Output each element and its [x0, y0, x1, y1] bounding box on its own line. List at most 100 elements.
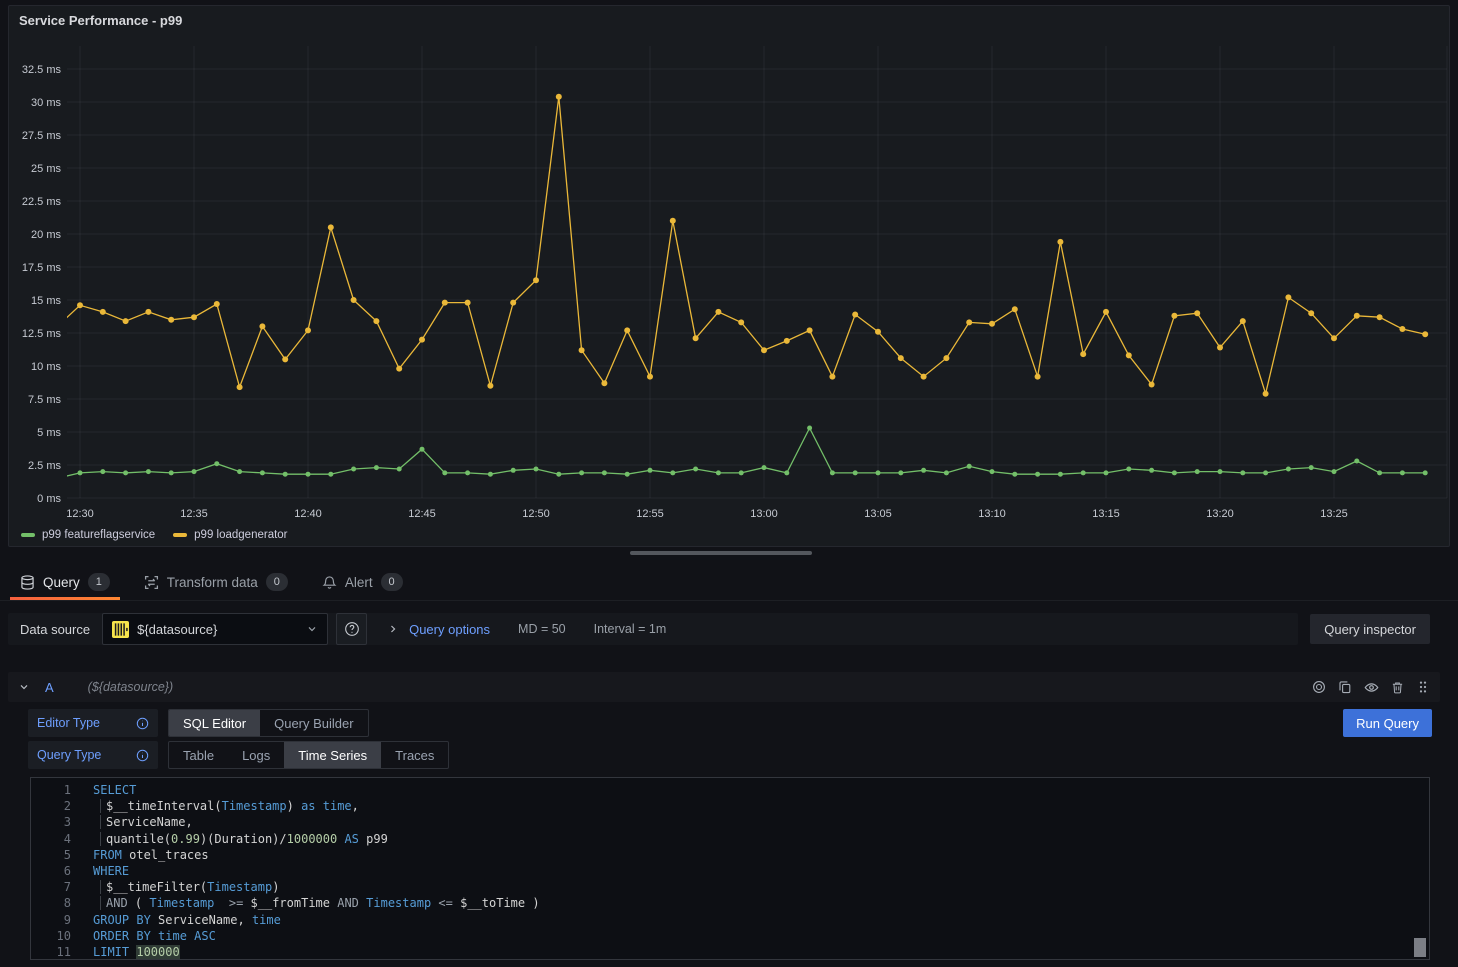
chart-legend: p99 featureflagservice p99 loadgenerator: [21, 529, 288, 541]
legend-item-p99-loadgenerator[interactable]: p99 loadgenerator: [173, 529, 287, 541]
sql-line-text: $__timeFilter(Timestamp): [93, 879, 279, 895]
tab-alert[interactable]: Alert0: [310, 564, 415, 600]
y-axis-tick: 27.5 ms: [22, 130, 62, 142]
x-axis-tick: 12:40: [294, 508, 322, 520]
sql-token: 100000: [136, 945, 179, 959]
sql-line: 11LIMIT 100000: [31, 944, 1429, 960]
x-axis-tick: 12:55: [636, 508, 664, 520]
sql-token: ServiceName,: [106, 815, 193, 829]
y-axis-tick: 5 ms: [37, 427, 61, 439]
clickhouse-logo-icon: [112, 621, 129, 638]
sql-editor[interactable]: 1SELECT2$__timeInterval(Timestamp) as ti…: [30, 777, 1430, 960]
chevron-down-icon: [18, 681, 30, 693]
datasource-help-button[interactable]: [336, 613, 367, 645]
line-number: 10: [31, 928, 71, 944]
query-type-option-table[interactable]: Table: [169, 742, 228, 768]
line-number: 3: [31, 814, 71, 830]
query-type-option-traces[interactable]: Traces: [381, 742, 448, 768]
x-axis-tick: 13:25: [1320, 508, 1348, 520]
y-axis-tick: 10 ms: [31, 361, 61, 373]
collapse-query-button[interactable]: [18, 681, 30, 693]
sql-token: ): [532, 896, 539, 910]
series-p99-featureflagservice: [55, 426, 1428, 481]
x-axis-tick: 13:10: [978, 508, 1006, 520]
database-icon: [20, 575, 35, 590]
sql-line: 5FROM otel_traces: [31, 847, 1429, 863]
datasource-picker[interactable]: ${datasource}: [102, 613, 328, 645]
x-axis-tick: 13:15: [1092, 508, 1120, 520]
circle-icon: [1312, 680, 1326, 694]
query-status-button[interactable]: [1312, 680, 1326, 694]
sql-token: as time: [301, 799, 352, 813]
x-axis-tick: 13:20: [1206, 508, 1234, 520]
legend-label: p99 loadgenerator: [194, 529, 287, 541]
query-options-toggle[interactable]: Query options: [409, 622, 490, 637]
grip-icon: [1416, 680, 1430, 694]
sql-token: 0.99: [171, 832, 200, 846]
panel-scrollbar-thumb[interactable]: [630, 551, 812, 555]
y-axis-tick: 15 ms: [31, 295, 61, 307]
sql-token: quantile(: [106, 832, 171, 846]
sql-token: ,: [352, 799, 359, 813]
sql-token: GROUP BY: [93, 913, 151, 927]
query-editor-body: Editor Type SQL EditorQuery Builder Run …: [8, 702, 1440, 960]
transform-icon: [144, 575, 159, 590]
tab-badge: 0: [381, 573, 403, 591]
datasource-label: Data source: [8, 622, 102, 637]
question-circle-icon: [344, 621, 360, 637]
query-row-card: A (${datasource}) Editor Type SQL Editor…: [8, 672, 1440, 960]
copy-icon: [1338, 680, 1352, 694]
query-type-option-logs[interactable]: Logs: [228, 742, 284, 768]
line-number: 11: [31, 944, 71, 960]
line-number: 4: [31, 831, 71, 847]
legend-marker: [21, 533, 35, 537]
drag-query-handle-button[interactable]: [1416, 680, 1430, 694]
query-type-toggle: TableLogsTime SeriesTraces: [168, 741, 449, 769]
sql-line-text: AND ( Timestamp >= $__fromTime AND Times…: [93, 895, 540, 911]
editor-type-label: Editor Type: [28, 709, 158, 737]
x-axis-tick: 12:50: [522, 508, 550, 520]
sql-token: FROM: [93, 848, 122, 862]
sql-line: 4quantile(0.99)(Duration)/1000000 AS p99: [31, 831, 1429, 847]
chart-panel: Service Performance - p99 0 ms 2.5 ms 5 ms…: [8, 5, 1450, 547]
query-type-label: Query Type: [28, 741, 158, 769]
run-query-button[interactable]: Run Query: [1343, 709, 1432, 737]
timeseries-chart[interactable]: 0 ms 2.5 ms 5 ms 7.5 ms 10 ms 12.5 ms 15 ms 17.…: [9, 6, 1449, 546]
sql-token: <=: [431, 896, 460, 910]
delete-query-button[interactable]: [1391, 681, 1404, 694]
legend-marker: [173, 533, 187, 537]
sql-line: 7 $__timeFilter(Timestamp): [31, 879, 1429, 895]
y-axis-tick: 20 ms: [31, 229, 61, 241]
editor-type-option-sql-editor[interactable]: SQL Editor: [169, 710, 260, 736]
editor-type-option-query-builder[interactable]: Query Builder: [260, 710, 367, 736]
sql-line-text: FROM otel_traces: [93, 847, 209, 863]
duplicate-query-button[interactable]: [1338, 680, 1352, 694]
tab-transform-data[interactable]: Transform data0: [132, 564, 300, 600]
info-circle-icon: [136, 717, 149, 730]
sql-token: otel_traces: [122, 848, 209, 862]
toggle-query-visibility-button[interactable]: [1364, 680, 1379, 695]
y-axis-tick: 22.5 ms: [22, 196, 62, 208]
sql-token: ): [287, 799, 301, 813]
query-inspector-button[interactable]: Query inspector: [1310, 614, 1430, 644]
sql-token: ORDER BY time ASC: [93, 929, 216, 943]
y-axis-tick: 2.5 ms: [28, 460, 62, 472]
legend-item-p99-featureflagservice[interactable]: p99 featureflagservice: [21, 529, 155, 541]
query-type-option-time-series[interactable]: Time Series: [284, 742, 381, 768]
chevron-right-icon[interactable]: [387, 623, 399, 635]
y-axis-tick: 12.5 ms: [22, 328, 62, 340]
x-axis-tick: 13:05: [864, 508, 892, 520]
sql-line: 1SELECT: [31, 782, 1429, 798]
sql-token: SELECT: [93, 783, 136, 797]
y-axis-tick: 17.5 ms: [22, 262, 62, 274]
y-axis-tick: 0 ms: [37, 493, 61, 505]
tab-label: Query: [43, 575, 80, 590]
sql-line-text: WHERE: [93, 863, 129, 879]
line-number: 7: [31, 879, 71, 895]
editor-scrollbar-thumb[interactable]: [1414, 938, 1426, 957]
sql-token: $__timeInterval(: [106, 799, 222, 813]
tab-query[interactable]: Query1: [8, 564, 122, 600]
panel-title: Service Performance - p99: [19, 13, 182, 28]
y-axis-tick: 7.5 ms: [28, 394, 62, 406]
query-row-header: A (${datasource}): [8, 672, 1440, 702]
